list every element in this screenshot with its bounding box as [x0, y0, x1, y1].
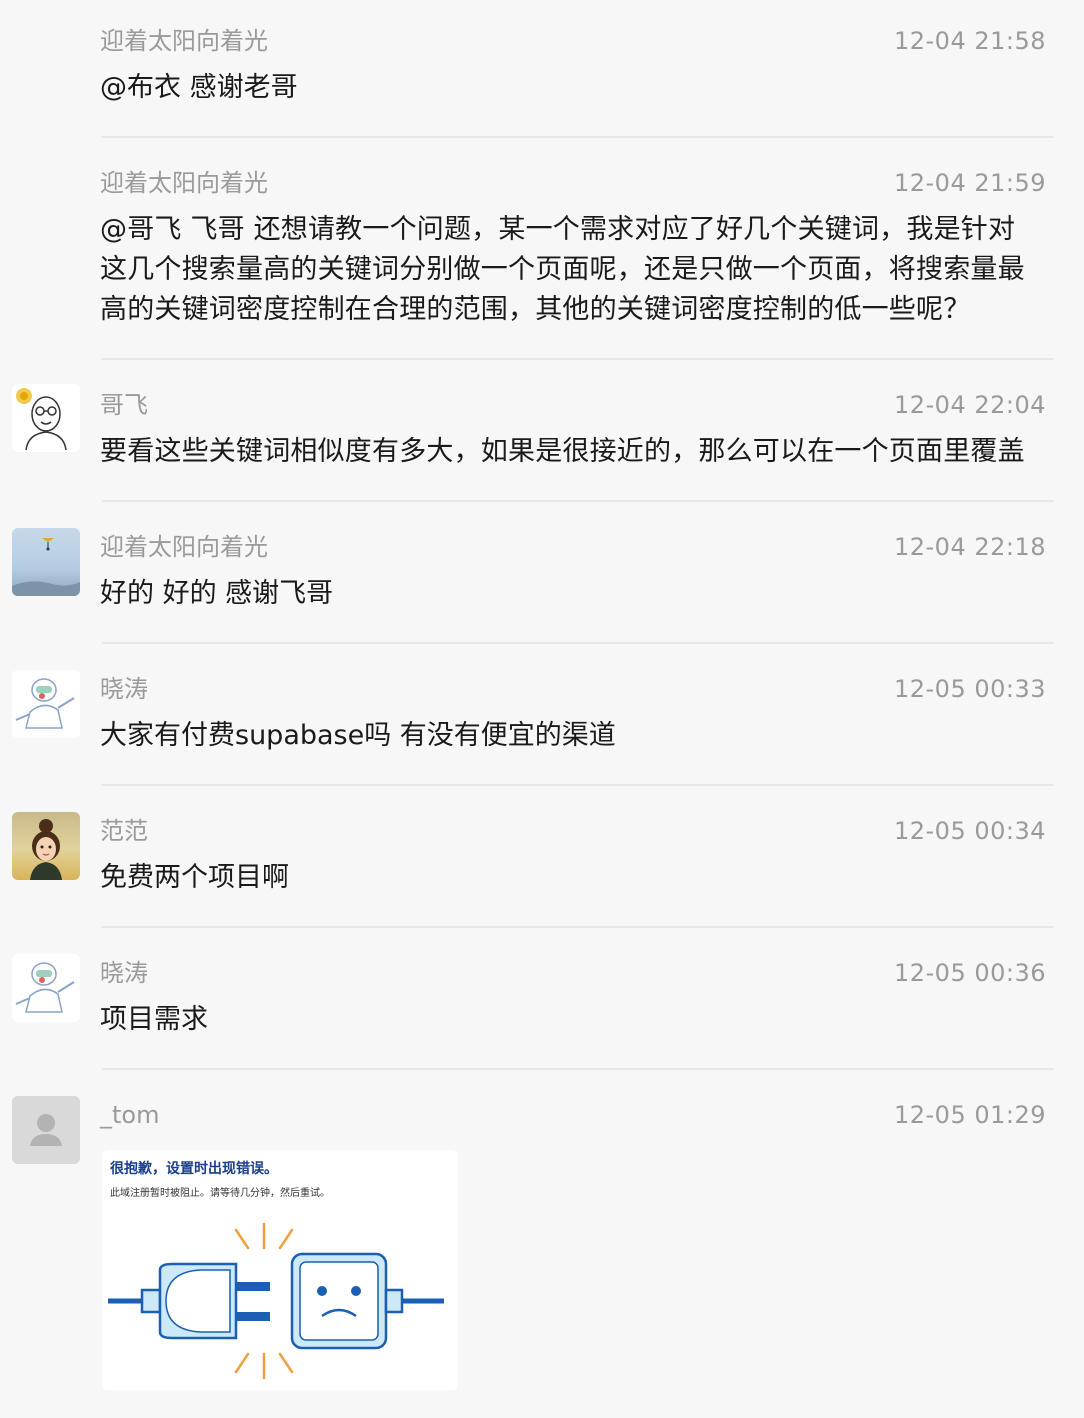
message-divider: [102, 500, 1054, 502]
message-divider: [102, 1068, 1054, 1070]
message-time: 12-04 21:59: [893, 169, 1046, 197]
sender-name[interactable]: 迎着太阳向着光: [100, 26, 268, 56]
sender-name[interactable]: 哥飞: [100, 390, 148, 420]
message-divider: [102, 926, 1054, 928]
sender-name[interactable]: 范范: [100, 816, 148, 846]
sender-name[interactable]: 晓涛: [100, 958, 148, 988]
message-text: 大家有付费supabase吗 有没有便宜的渠道: [100, 720, 616, 751]
message-text: @哥飞 飞哥 还想请教一个问题，某一个需求对应了好几个关键词，我是针对 这几个搜…: [100, 214, 1025, 325]
message-time: 12-04 22:18: [893, 533, 1046, 561]
avatar[interactable]: [12, 954, 80, 1022]
message-text: 要看这些关键词相似度有多大，如果是很接近的，那么可以在一个页面里覆盖: [100, 436, 1025, 467]
message-time: 12-05 01:29: [893, 1101, 1046, 1129]
default-user-avatar-icon: [30, 1114, 62, 1146]
sender-name[interactable]: 迎着太阳向着光: [100, 168, 268, 198]
message-time: 12-04 22:04: [893, 391, 1046, 419]
girl-avatar-icon: [30, 819, 62, 880]
avatar[interactable]: [12, 670, 80, 738]
sky-photo-avatar-icon: [12, 538, 80, 596]
image-attachment[interactable]: 很抱歉，设置时出现错误。 此域注册暂时被阻止。请等待几分钟，然后重试。: [102, 1150, 458, 1390]
unplugged-plug-icon: [108, 1222, 444, 1380]
cartoon-man-avatar-icon: [16, 388, 67, 451]
sender-name[interactable]: 晓涛: [100, 674, 148, 704]
message-divider: [102, 136, 1054, 138]
message-text: @布衣 感谢老哥: [100, 72, 298, 103]
message-divider: [102, 784, 1054, 786]
message-text: 项目需求: [100, 1004, 208, 1035]
message-text: 免费两个项目啊: [100, 862, 289, 893]
message-time: 12-04 21:58: [893, 27, 1046, 55]
cartoon-figure-avatar-icon: [15, 678, 75, 729]
message-time: 12-05 00:36: [893, 959, 1046, 987]
message-divider: [102, 642, 1054, 644]
avatar[interactable]: [12, 812, 80, 880]
message-divider: [102, 358, 1054, 360]
avatar[interactable]: [12, 1096, 80, 1164]
message-time: 12-05 00:34: [893, 817, 1046, 845]
cartoon-figure-avatar-icon: [15, 962, 75, 1013]
sender-name[interactable]: 迎着太阳向着光: [100, 532, 268, 562]
message-time: 12-05 00:33: [893, 675, 1046, 703]
avatar[interactable]: [12, 384, 80, 452]
sender-name[interactable]: _tom: [100, 1100, 159, 1130]
avatar[interactable]: [12, 528, 80, 596]
message-text: 好的 好的 感谢飞哥: [100, 578, 334, 609]
